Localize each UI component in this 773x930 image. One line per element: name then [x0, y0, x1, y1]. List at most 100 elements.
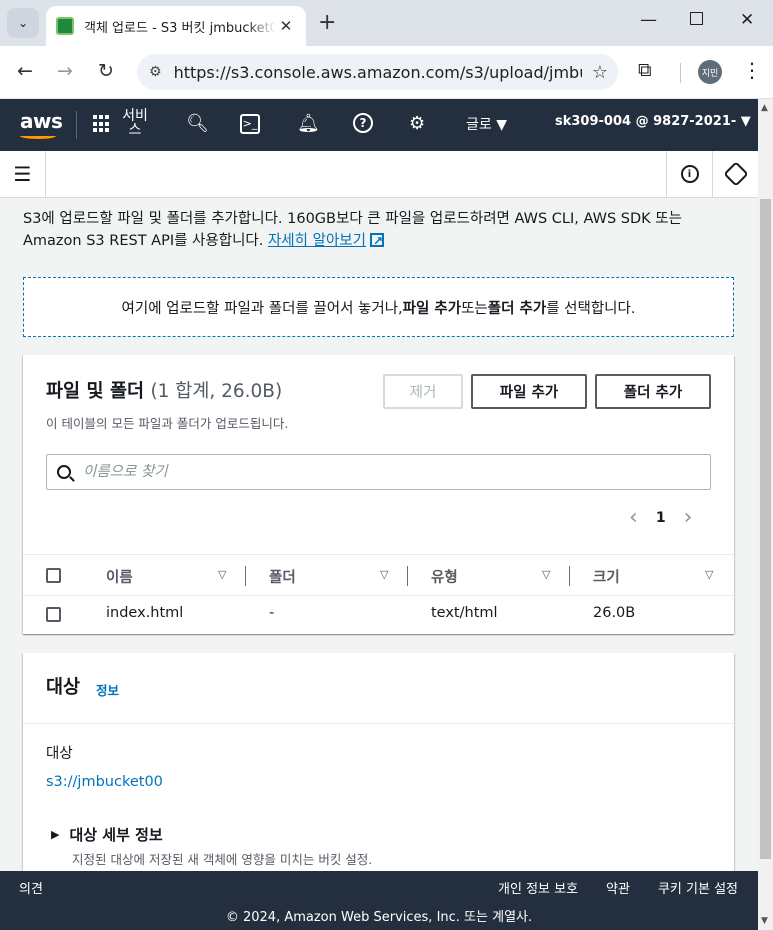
pagination: ‹ 1 › [629, 505, 692, 530]
remove-button[interactable]: 제거 [383, 374, 463, 409]
back-button[interactable]: ← [17, 60, 33, 82]
external-link-icon [369, 230, 384, 252]
aws-smile-icon [20, 133, 56, 139]
learn-more-link[interactable]: 자세히 알아보기 [268, 233, 366, 249]
forward-button[interactable]: → [57, 60, 73, 82]
search-icon[interactable]: 🔍︎ [186, 113, 209, 134]
column-header-name[interactable]: 이름 [106, 566, 133, 587]
table-header: 이름 ▽ 폴더 ▽ 유형 ▽ 크기 ▽ [23, 554, 734, 596]
profile-avatar[interactable]: 지민 [698, 60, 722, 84]
tab-title: 객체 업로드 - S3 버킷 jmbucket00 [84, 20, 276, 36]
close-tab-icon[interactable]: ✕ [276, 17, 296, 35]
s3-favicon-icon [56, 17, 74, 35]
cookie-preferences-link[interactable]: 쿠키 기본 설정 [658, 878, 738, 897]
new-tab-button[interactable]: + [318, 10, 336, 35]
caret-right-icon: ▶ [51, 828, 60, 841]
column-divider [245, 566, 246, 586]
reload-button[interactable]: ↻ [98, 60, 114, 82]
destination-details-title: 대상 세부 정보 [69, 826, 163, 844]
prev-page-icon[interactable]: ‹ [629, 505, 638, 530]
destination-panel: 대상 정보 대상 s3://jmbucket00 ▶ 대상 세부 정보 지정된 … [23, 653, 734, 883]
region-selector[interactable]: 글로 ▼ [466, 114, 507, 134]
info-icon: i [680, 165, 699, 183]
chevron-down-icon: ⌄ [17, 16, 29, 30]
dropzone-middle: 또는 [461, 300, 488, 317]
destination-title: 대상 [46, 677, 81, 698]
browser-tab[interactable]: 객체 업로드 - S3 버킷 jmbucket00 ✕ [46, 6, 306, 46]
cloudshell-icon[interactable]: >_ [240, 114, 260, 134]
nav-divider [76, 111, 77, 139]
select-all-checkbox[interactable] [46, 568, 61, 583]
upload-dropzone[interactable]: 여기에 업로드할 파일과 폴더를 끌어서 놓거나, 파일 추가 또는 폴더 추가… [23, 277, 734, 337]
next-page-icon[interactable]: › [684, 505, 693, 530]
sort-icon[interactable]: ▽ [218, 568, 226, 581]
preferences-button[interactable] [712, 151, 758, 197]
cell-folder: - [269, 605, 275, 621]
aws-logo[interactable]: aws [20, 109, 63, 133]
services-grid-icon[interactable] [93, 115, 111, 133]
close-window-button[interactable]: ✕ [740, 10, 754, 30]
upload-intro: S3에 업로드할 파일 및 폴더를 추가합니다. 160GB보다 큰 파일을 업… [23, 208, 738, 252]
row-checkbox[interactable] [46, 607, 61, 622]
console-subbar: ☰ i [0, 151, 758, 198]
search-input[interactable] [83, 464, 683, 480]
dropzone-suffix: 를 선택합니다. [546, 300, 636, 317]
search-field[interactable] [46, 454, 711, 490]
files-panel-title: 파일 및 폴더 (1 합계, 26.0B) [46, 377, 282, 403]
sort-icon[interactable]: ▽ [705, 568, 713, 581]
sort-icon[interactable]: ▽ [542, 568, 550, 581]
scrollbar-thumb[interactable] [760, 199, 771, 859]
toolbar-divider [680, 63, 681, 83]
preferences-icon [722, 161, 749, 187]
aws-top-nav: aws 서비스 🔍︎ >_ 🔔︎ ? ⚙ 글로 ▼ sk309-004 @ 98… [0, 99, 758, 151]
scroll-down-icon[interactable]: ▼ [761, 916, 768, 926]
account-menu[interactable]: sk309-004 @ 9827-2021- ▼ [555, 114, 751, 129]
feedback-link[interactable]: 의견 [19, 878, 43, 897]
address-bar[interactable]: ⚙ https://s3.console.aws.amazon.com/s3/u… [137, 54, 618, 90]
console-footer: 의견 개인 정보 보호 약관 쿠키 기본 설정 © 2024, Amazon W… [0, 871, 758, 930]
column-divider [569, 566, 570, 586]
tab-search-button[interactable]: ⌄ [7, 8, 39, 38]
column-header-size[interactable]: 크기 [593, 566, 620, 587]
bookmark-star-icon[interactable]: ☆ [592, 62, 608, 83]
maximize-button[interactable] [690, 12, 703, 25]
search-icon [57, 465, 71, 479]
current-page[interactable]: 1 [656, 510, 666, 526]
help-icon[interactable]: ? [353, 113, 373, 133]
add-folder-button[interactable]: 폴더 추가 [595, 374, 711, 409]
site-info-icon[interactable]: ⚙ [149, 64, 162, 80]
minimize-button[interactable]: — [640, 10, 657, 30]
page-scrollbar[interactable]: ▲ ▼ [758, 99, 773, 930]
notifications-bell-icon[interactable]: 🔔︎ [297, 113, 320, 134]
files-count: (1 합계, 26.0B) [150, 381, 283, 402]
column-header-type[interactable]: 유형 [431, 566, 458, 587]
destination-details-expander[interactable]: ▶ 대상 세부 정보 [51, 824, 163, 845]
destination-info-link[interactable]: 정보 [96, 680, 119, 699]
column-header-folder[interactable]: 폴더 [269, 566, 296, 587]
scroll-up-icon[interactable]: ▲ [761, 103, 768, 113]
browser-menu-icon[interactable]: ⋮ [742, 58, 762, 82]
dropzone-prefix: 여기에 업로드할 파일과 폴더를 끌어서 놓거나, [121, 300, 403, 317]
info-panel-button[interactable]: i [666, 151, 712, 197]
files-title-text: 파일 및 폴더 [46, 381, 144, 402]
destination-bucket-link[interactable]: s3://jmbucket00 [46, 774, 163, 790]
cell-size: 26.0B [593, 605, 636, 621]
url-text: https://s3.console.aws.amazon.com/s3/upl… [173, 62, 582, 82]
cell-name: index.html [106, 605, 184, 621]
terms-link[interactable]: 약관 [606, 878, 630, 897]
add-files-button[interactable]: 파일 추가 [471, 374, 587, 409]
cell-type: text/html [431, 605, 498, 621]
dropzone-add-folder: 폴더 추가 [487, 300, 547, 317]
browser-tabstrip: ⌄ 객체 업로드 - S3 버킷 jmbucket00 ✕ + — ✕ [0, 0, 773, 46]
footer-links: 개인 정보 보호 약관 쿠키 기본 설정 [498, 878, 738, 897]
services-menu[interactable]: 서비스 [120, 109, 150, 137]
privacy-link[interactable]: 개인 정보 보호 [498, 878, 578, 897]
settings-gear-icon[interactable]: ⚙ [409, 113, 425, 134]
hamburger-menu-icon[interactable]: ☰ [0, 151, 46, 197]
table-row[interactable]: index.html - text/html 26.0B [23, 596, 734, 634]
extensions-icon[interactable]: ⧉ [638, 59, 652, 81]
sort-icon[interactable]: ▽ [380, 568, 388, 581]
dropzone-add-files: 파일 추가 [402, 300, 462, 317]
files-folders-panel: 파일 및 폴더 (1 합계, 26.0B) 이 테이블의 모든 파일과 폴더가 … [23, 355, 734, 634]
files-panel-description: 이 테이블의 모든 파일과 폴더가 업로드됩니다. [46, 416, 289, 431]
